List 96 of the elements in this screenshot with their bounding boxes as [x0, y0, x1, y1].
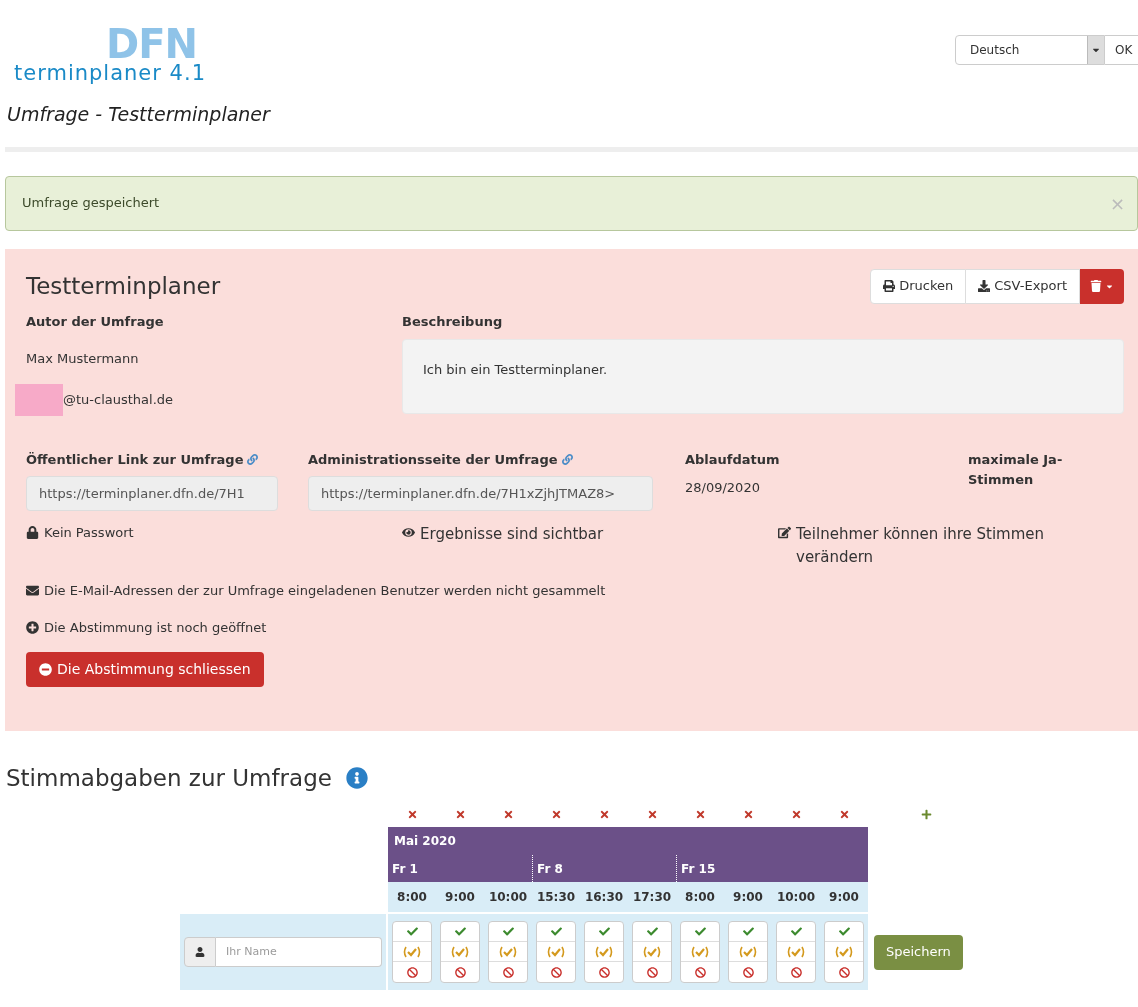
- save-button[interactable]: Speichern: [874, 934, 963, 970]
- maybe-check-icon: [642, 945, 662, 958]
- trash-icon: [1090, 280, 1102, 292]
- setting-text: Kein Passwort: [44, 524, 134, 542]
- ban-icon: [598, 966, 610, 978]
- month-label: Mai 2020: [393, 833, 457, 850]
- info-icon: [345, 766, 368, 789]
- delete-column-icon[interactable]: [838, 808, 850, 820]
- check-icon: [454, 926, 466, 937]
- setting-text: Die E-Mail-Adressen der zur Umfrage eingeladenen Benutzer werden nicht gesammelt: [44, 582, 606, 600]
- lock-icon: [26, 526, 39, 539]
- setting-text: Teilnehmer können ihre Stimmen verändern: [796, 524, 1046, 568]
- ban-icon: [502, 966, 514, 978]
- delete-column-icon[interactable]: [550, 808, 562, 820]
- maybe-check-icon: [450, 945, 470, 958]
- download-icon: [978, 280, 991, 292]
- check-icon: [646, 926, 658, 937]
- url-field[interactable]: https://terminplaner.dfn.de/7H1xZjhJTMAZ8>: [308, 476, 653, 511]
- max-yes-label: maximale Ja-Stimmen: [968, 450, 1064, 489]
- expiry-date: 28/09/2020: [685, 479, 761, 497]
- time-label: 17:30: [631, 889, 673, 906]
- check-icon: [598, 926, 610, 937]
- url-field[interactable]: https://terminplaner.dfn.de/7H1: [26, 476, 278, 511]
- maybe-check-icon: [738, 945, 758, 958]
- time-label: 9:00: [444, 889, 476, 906]
- delete-column-icon[interactable]: [742, 808, 754, 820]
- delete-column-icon[interactable]: [454, 808, 466, 820]
- close-poll-button[interactable]: Die Abstimmung schliessen: [26, 652, 264, 687]
- link-icon: [561, 453, 573, 465]
- check-icon: [550, 926, 562, 937]
- description-label: Beschreibung: [402, 312, 504, 331]
- link-label: Öffentlicher Link zur Umfrage: [26, 450, 244, 469]
- delete-column-icon[interactable]: [790, 808, 802, 820]
- description-box: Ich bin ein Testterminplaner.: [402, 339, 1124, 414]
- maybe-check-icon: [402, 945, 422, 958]
- expiry-label: Ablaufdatum: [685, 450, 781, 469]
- check-icon: [502, 926, 514, 937]
- time-label: 15:30: [535, 889, 577, 906]
- ban-icon: [406, 966, 418, 978]
- check-icon: [742, 926, 754, 937]
- time-label: 9:00: [732, 889, 764, 906]
- page-title: Umfrage - Testterminplaner: [7, 102, 272, 127]
- link-icon: [247, 453, 259, 465]
- ok-button[interactable]: OK: [1105, 35, 1138, 65]
- user-icon: [184, 937, 216, 967]
- time-label: 10:00: [775, 889, 817, 906]
- poll-title: Testterminplaner: [26, 271, 221, 301]
- envelope-icon: [26, 584, 39, 598]
- check-icon: [838, 926, 850, 937]
- day-label: Fr 1: [392, 860, 418, 878]
- delete-column-icon[interactable]: [598, 808, 610, 820]
- printer-icon: [883, 280, 896, 292]
- setting-text: Die Abstimmung ist noch geöffnet: [44, 618, 267, 637]
- redaction-block: [15, 383, 63, 416]
- ban-icon: [742, 966, 754, 978]
- print-button[interactable]: Drucken: [870, 268, 967, 304]
- maybe-check-icon: [690, 945, 710, 958]
- add-column-icon[interactable]: [921, 808, 932, 820]
- time-label: 10:00: [487, 889, 529, 906]
- edit-icon: [778, 526, 791, 539]
- delete-column-icon[interactable]: [646, 808, 658, 820]
- delete-column-icon[interactable]: [502, 808, 514, 820]
- time-label: 9:00: [828, 889, 860, 906]
- maybe-check-icon: [594, 945, 614, 958]
- time-label: 16:30: [583, 889, 625, 906]
- language-select[interactable]: Deutsch: [955, 35, 1105, 65]
- delete-button[interactable]: [1080, 268, 1124, 304]
- author-name: Max Mustermann: [26, 350, 140, 368]
- alert-message: Umfrage gespeichert: [22, 194, 160, 213]
- check-icon: [694, 926, 706, 937]
- eye-icon: [402, 526, 415, 539]
- ban-icon: [454, 966, 466, 978]
- delete-column-icon[interactable]: [406, 808, 418, 820]
- check-icon: [790, 926, 802, 937]
- check-icon: [406, 926, 418, 937]
- time-label: 8:00: [684, 889, 716, 906]
- time-label: 8:00: [396, 889, 428, 906]
- setting-text: Ergebnisse sind sichtbar: [420, 524, 604, 545]
- ban-icon: [550, 966, 562, 978]
- ban-icon: [694, 966, 706, 978]
- ban-icon: [646, 966, 658, 978]
- day-label: Fr 15: [681, 860, 716, 878]
- author-email: @tu-clausthal.de: [63, 390, 174, 409]
- author-label: Autor der Umfrage: [26, 312, 165, 331]
- ban-icon: [790, 966, 802, 978]
- maybe-check-icon: [834, 945, 854, 958]
- link-label: Administrationsseite der Umfrage: [308, 450, 558, 469]
- maybe-check-icon: [498, 945, 518, 958]
- votes-heading: Stimmabgaben zur Umfrage: [6, 763, 332, 793]
- name-field[interactable]: Ihr Name: [216, 937, 382, 967]
- ban-icon: [838, 966, 850, 978]
- maybe-check-icon: [786, 945, 806, 958]
- maybe-check-icon: [546, 945, 566, 958]
- day-label: Fr 8: [537, 860, 563, 878]
- export-button[interactable]: CSV-Export: [966, 268, 1080, 304]
- delete-column-icon[interactable]: [694, 808, 706, 820]
